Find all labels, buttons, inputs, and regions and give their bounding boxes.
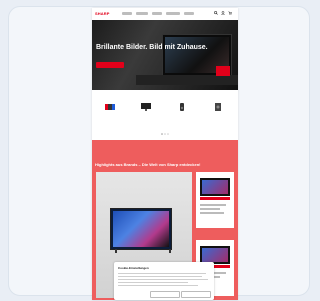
appliance-icon [215,103,221,111]
carousel-dots[interactable] [161,133,169,135]
product-text-line [200,212,224,214]
cookie-text-line [118,279,208,280]
cookie-text-line [118,273,206,274]
cookie-text-line [118,285,198,286]
cookie-accept-button[interactable] [181,291,211,298]
search-icon[interactable] [214,11,218,15]
hero-badge [216,66,230,76]
cookie-text-line [118,282,188,283]
website-preview: SHARP Brillante Bilder. Bild mit Zuhause… [92,8,238,300]
cookie-settings-button[interactable] [150,291,180,298]
site-header: SHARP [92,8,238,20]
promo-title: Highlights aus Brands – Die Welt von Sha… [95,162,201,167]
nav-item-4[interactable] [166,12,180,15]
hero-title: Brillante Bilder. Bild mit Zuhause. [96,44,208,51]
cookie-text-line [118,276,202,277]
category-item-3[interactable] [172,98,192,124]
product-image-1 [200,178,230,196]
nav-item-1[interactable] [122,12,132,15]
product-text-line [200,208,220,210]
cart-icon[interactable] [228,11,232,15]
hero-cta-button[interactable] [96,62,124,68]
category-item-2[interactable] [136,98,156,124]
gaming-console-icon [105,104,115,110]
cookie-consent-dialog: Cookie-Einstellungen [114,262,214,300]
category-item-4[interactable] [208,98,228,124]
product-price-bar-1 [200,197,230,200]
hero-tv-stand [136,75,238,85]
category-item-1[interactable] [100,98,120,124]
user-icon[interactable] [221,11,225,15]
category-strip [92,90,238,140]
nav-item-3[interactable] [152,12,162,15]
promo-side-card-1[interactable] [196,172,234,228]
nav-item-2[interactable] [136,12,148,15]
hero-banner[interactable]: Brillante Bilder. Bild mit Zuhause. [92,20,238,90]
brand-logo[interactable]: SHARP [95,11,110,16]
promo-tv-image [110,208,172,253]
speaker-icon [180,103,184,111]
tv-icon [141,103,151,111]
nav-item-5[interactable] [184,12,194,15]
product-text-line [200,204,226,206]
cookie-dialog-title: Cookie-Einstellungen [118,266,149,270]
